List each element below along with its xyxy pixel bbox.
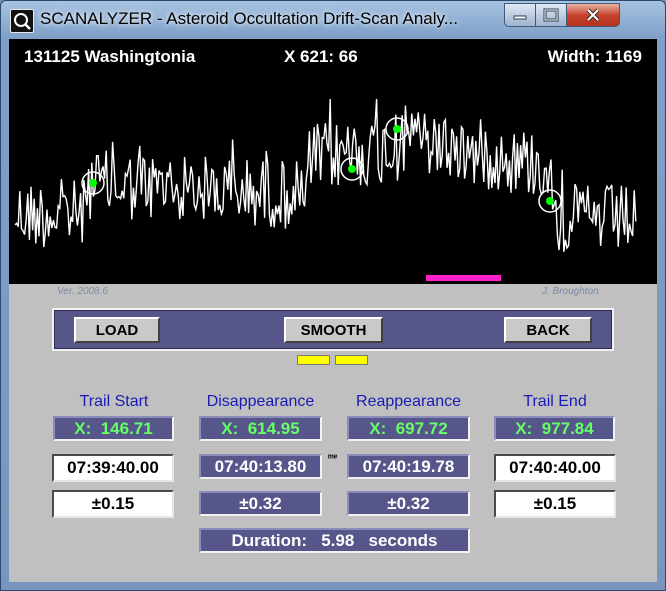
client-area: 131125 Washingtonia X 621: 66 Width: 116… (9, 39, 657, 582)
trail-start-error[interactable]: ±0.15 (52, 490, 174, 518)
marker-dot-2[interactable] (348, 165, 356, 173)
time-unit-mark: ᵐᵉ (328, 453, 338, 464)
author-label: J. Broughton (542, 286, 599, 297)
title-bar[interactable]: SCANALYZER - Asteroid Occultation Drift-… (1, 1, 665, 39)
indicator-right (335, 355, 368, 365)
maximize-icon (543, 8, 559, 22)
trail-end-x: X: 977.84 (494, 416, 615, 441)
marker-dot-4[interactable] (546, 197, 554, 205)
light-curve-plot (14, 98, 637, 252)
object-label: 131125 Washingtonia (24, 47, 196, 66)
drift-scan-display[interactable]: 131125 Washingtonia X 621: 66 Width: 116… (9, 39, 657, 284)
indicator-left (297, 355, 330, 365)
trail-end-label: Trail End (523, 393, 587, 410)
duration-field: Duration: 5.98 seconds (199, 528, 470, 553)
disappearance-time: 07:40:13.80 (199, 454, 322, 479)
trail-start-label: Trail Start (79, 393, 149, 410)
maximize-button[interactable] (535, 3, 567, 27)
selection-bar (426, 275, 501, 281)
window-title: SCANALYZER - Asteroid Occultation Drift-… (40, 9, 458, 28)
disappearance-x: X: 614.95 (199, 416, 322, 441)
disappearance-label: Disappearance (206, 393, 315, 410)
trail-start-time[interactable]: 07:39:40.00 (52, 454, 174, 482)
close-button[interactable] (566, 3, 620, 27)
marker-dot-1[interactable] (89, 179, 97, 187)
minimize-button[interactable] (504, 3, 536, 27)
marker-dot-3[interactable] (393, 125, 401, 133)
app-icon (10, 9, 34, 33)
reappearance-time: 07:40:19.78 (347, 454, 470, 479)
minimize-icon (513, 15, 527, 20)
reappearance-error: ±0.32 (347, 491, 470, 516)
close-icon (586, 8, 600, 22)
back-button[interactable]: BACK (504, 317, 592, 343)
smooth-button[interactable]: SMOOTH (284, 317, 383, 343)
scan-width: Width: 1169 (547, 47, 642, 66)
magnifier-icon (14, 13, 31, 30)
reappearance-label: Reappearance (356, 393, 461, 410)
version-label: Ver. 2008.6 (57, 286, 108, 297)
trail-end-time[interactable]: 07:40:40.00 (494, 454, 616, 482)
disappearance-error: ±0.32 (199, 491, 322, 516)
cursor-readout: X 621: 66 (284, 47, 358, 66)
trail-start-x: X: 146.71 (53, 416, 174, 441)
reappearance-x: X: 697.72 (347, 416, 470, 441)
load-button[interactable]: LOAD (74, 317, 160, 343)
trail-end-error[interactable]: ±0.15 (494, 490, 616, 518)
app-window: SCANALYZER - Asteroid Occultation Drift-… (0, 0, 666, 591)
light-curve-trace (14, 98, 637, 252)
